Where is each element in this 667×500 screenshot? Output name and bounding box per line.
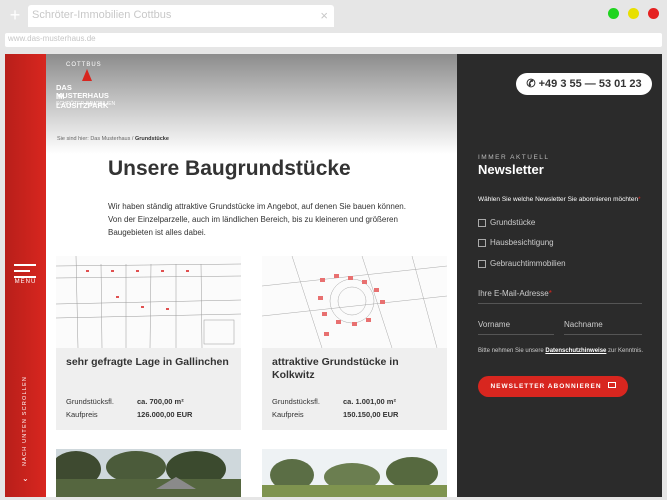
logo-line-3: SCHRÖTER-IMMOBILIEN: [56, 101, 116, 107]
email-placeholder: Ihre E-Mail-Adresse: [478, 289, 549, 298]
card-body: attraktive Grundstücke in Kolkwitz Grund…: [262, 348, 447, 430]
checkbox-grundstuecke[interactable]: [478, 219, 486, 227]
phone-number: +49 3 55 — 53 01 23: [538, 78, 642, 90]
card-title[interactable]: sehr gefragte Lage in Gallinchen: [66, 356, 236, 369]
size-label: Grundstücksfl.: [66, 397, 114, 406]
privacy-post: zur Kenntnis.: [606, 348, 644, 354]
price-value: 126.000,00 EUR: [137, 410, 193, 419]
property-card[interactable]: attraktive Grundstücke in Kolkwitz Grund…: [262, 256, 447, 430]
subscribe-button[interactable]: NEWSLETTER ABONNIEREN: [478, 376, 628, 397]
tab-title: Schröter-Immobilien Cottbus: [32, 9, 172, 21]
menu-label[interactable]: MENÜ: [5, 279, 46, 285]
close-icon[interactable]: ×: [320, 8, 328, 23]
phone-button[interactable]: ✆ +49 3 55 — 53 01 23: [516, 73, 652, 95]
web-page: MENÜ NACH UNTEN SCROLLEN ⌄ COTTBUS DAS M…: [5, 54, 662, 497]
newsletter-kicker: IMMER AKTUELL: [478, 154, 550, 161]
hamburger-line: [14, 270, 30, 272]
checkbox-hausbesichtigung[interactable]: [478, 239, 486, 247]
logo-arc-text: COTTBUS: [66, 62, 102, 68]
house-icon: [82, 69, 92, 81]
breadcrumb-link[interactable]: Sie sind hier: Das Musterhaus /: [57, 136, 135, 142]
checkbox-label[interactable]: Grundstücke: [490, 218, 535, 227]
email-field[interactable]: Ihre E-Mail-Adresse*: [478, 289, 642, 304]
size-label: Grundstücksfl.: [272, 397, 320, 406]
intro-text: Wir haben ständig attraktive Grundstücke…: [108, 202, 406, 237]
phone-icon: ✆: [526, 78, 539, 90]
breadcrumb: Sie sind hier: Das Musterhaus / Grundstü…: [57, 136, 169, 142]
page-title: Unsere Baugrundstücke: [108, 157, 351, 180]
checkbox-label[interactable]: Hausbesichtigung: [490, 238, 554, 247]
site-logo[interactable]: COTTBUS DAS MUSTERHAUS IM LAUSITZPARK SC…: [56, 62, 116, 112]
property-photo[interactable]: [262, 449, 447, 497]
checkbox-label[interactable]: Gebrauchtimmobilien: [490, 259, 566, 268]
privacy-link[interactable]: Datenschutzhinweise: [545, 348, 606, 354]
minimize-dot[interactable]: [628, 8, 639, 19]
required-mark: *: [638, 196, 641, 203]
privacy-note: Bitte nehmen Sie unsere Datenschutzhinwe…: [478, 346, 648, 356]
main-content: COTTBUS DAS MUSTERHAUS IM LAUSITZPARK SC…: [46, 54, 457, 497]
subscribe-label: NEWSLETTER ABONNIEREN: [490, 383, 602, 390]
card-body: sehr gefragte Lage in Gallinchen Grundst…: [56, 348, 241, 430]
plot-plan-image: [262, 256, 447, 348]
newsletter-title: Newsletter: [478, 162, 544, 177]
size-value: ca. 1.001,00 m²: [343, 397, 396, 406]
hamburger-icon: [14, 264, 36, 266]
hamburger-line: [14, 276, 36, 278]
close-dot[interactable]: [648, 8, 659, 19]
property-card[interactable]: sehr gefragte Lage in Gallinchen Grundst…: [56, 256, 241, 430]
checkbox-gebrauchtimmobilien[interactable]: [478, 260, 486, 268]
breadcrumb-current: Grundstücke: [134, 136, 169, 142]
choose-text: Wählen Sie welche Newsletter Sie abonnie…: [478, 196, 639, 203]
browser-tab[interactable]: Schröter-Immobilien Cottbus ×: [28, 5, 334, 27]
new-tab-button[interactable]: +: [7, 6, 23, 24]
url-text: www.das-musterhaus.de: [8, 34, 96, 43]
first-name-field[interactable]: Vorname: [478, 320, 554, 335]
address-bar[interactable]: www.das-musterhaus.de: [5, 33, 662, 47]
newsletter-choose-label: Wählen Sie welche Newsletter Sie abonnie…: [478, 196, 648, 204]
chevron-down-icon[interactable]: ⌄: [22, 474, 29, 483]
scroll-down-label[interactable]: NACH UNTEN SCROLLEN: [22, 373, 28, 469]
browser-window: + Schröter-Immobilien Cottbus × www.das-…: [0, 0, 667, 500]
mail-icon: [607, 382, 616, 389]
plot-plan-image: [56, 256, 241, 348]
left-nav-bar: MENÜ NACH UNTEN SCROLLEN ⌄: [5, 54, 46, 497]
privacy-pre: Bitte nehmen Sie unsere: [478, 348, 546, 354]
card-title[interactable]: attraktive Grundstücke in Kolkwitz: [272, 356, 442, 382]
property-photo[interactable]: [56, 449, 241, 497]
tab-bar: + Schröter-Immobilien Cottbus ×: [0, 0, 667, 30]
required-mark: *: [548, 289, 552, 298]
price-label: Kaufpreis: [272, 410, 304, 419]
price-value: 150.150,00 EUR: [343, 410, 399, 419]
price-label: Kaufpreis: [66, 410, 98, 419]
size-value: ca. 700,00 m²: [137, 397, 184, 406]
last-name-field[interactable]: Nachname: [564, 320, 642, 335]
maximize-dot[interactable]: [608, 8, 619, 19]
newsletter-sidebar: ✆ +49 3 55 — 53 01 23 IMMER AKTUELL News…: [457, 54, 662, 497]
